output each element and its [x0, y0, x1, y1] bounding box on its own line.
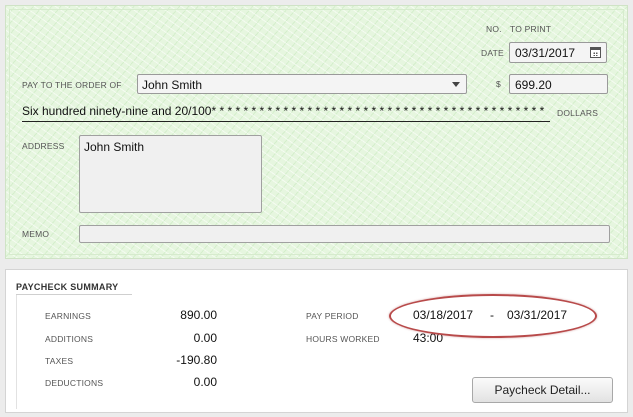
payee-value: John Smith	[142, 78, 203, 92]
taxes-value: -190.80	[176, 353, 217, 367]
dollars-label: DOLLARS	[557, 108, 599, 118]
date-label: DATE	[481, 48, 504, 58]
deductions-label: DEDUCTIONS	[45, 378, 104, 388]
amount-field[interactable]: 699.20	[509, 74, 608, 94]
memo-label: MEMO	[22, 229, 50, 239]
check-number-label: NO.	[486, 24, 502, 34]
calendar-icon[interactable]	[590, 47, 601, 58]
address-value: John Smith	[84, 140, 145, 154]
additions-label: ADDITIONS	[45, 334, 94, 344]
amount-in-words: Six hundred ninety-nine and 20/100* * * …	[22, 104, 550, 122]
check-number-value: TO PRINT	[510, 24, 552, 34]
hours-worked-label: HOURS WORKED	[306, 334, 380, 344]
deductions-value: 0.00	[193, 375, 217, 389]
payee-dropdown[interactable]: John Smith	[137, 74, 467, 94]
summary-title: PAYCHECK SUMMARY	[16, 282, 119, 292]
address-label: ADDRESS	[22, 141, 65, 151]
earnings-value: 890.00	[180, 308, 217, 322]
pay-period-highlight	[389, 294, 597, 338]
additions-value: 0.00	[193, 331, 217, 345]
earnings-label: EARNINGS	[45, 311, 91, 321]
memo-field[interactable]	[79, 225, 610, 243]
currency-label: $	[496, 79, 501, 89]
taxes-label: TAXES	[45, 356, 74, 366]
address-field[interactable]: John Smith	[79, 135, 262, 213]
pay-to-label: PAY TO THE ORDER OF	[22, 80, 122, 90]
chevron-down-icon[interactable]	[452, 82, 460, 87]
paycheck-detail-button[interactable]: Paycheck Detail...	[472, 377, 613, 403]
date-field[interactable]: 03/31/2017	[509, 42, 607, 63]
pay-period-label: PAY PERIOD	[306, 311, 359, 321]
amount-value: 699.20	[515, 78, 552, 92]
date-value: 03/31/2017	[515, 46, 576, 60]
